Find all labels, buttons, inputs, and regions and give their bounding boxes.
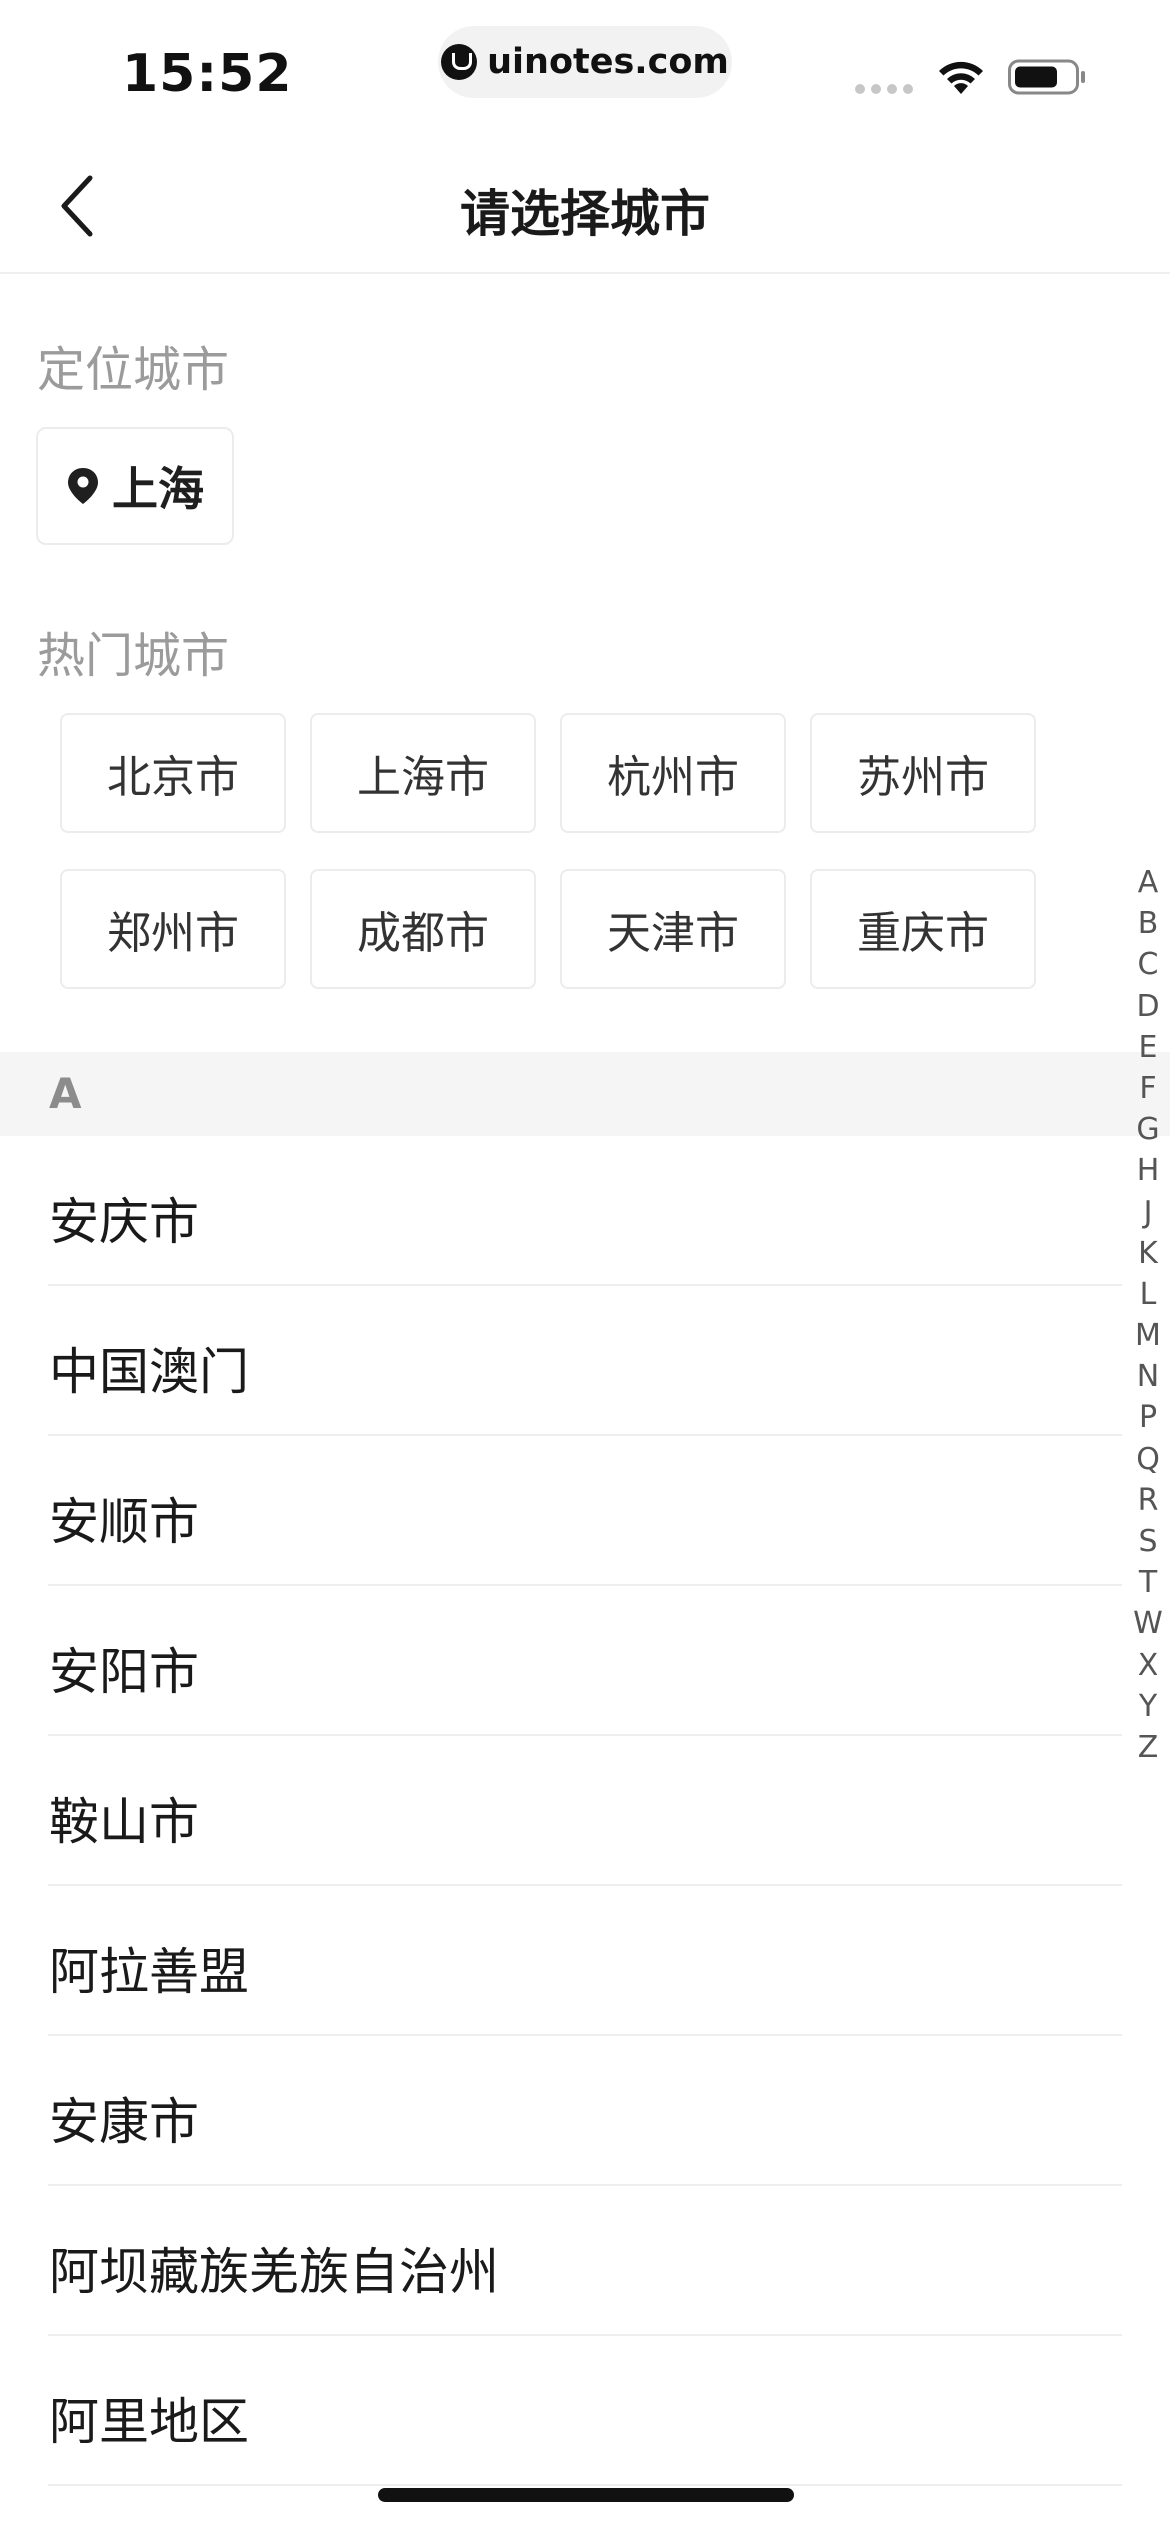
city-list-item[interactable]: 安阳市 <box>0 1586 1170 1736</box>
index-letter[interactable]: J <box>1144 1192 1153 1233</box>
site-logo-icon <box>441 44 478 80</box>
cellular-signal-icon <box>855 84 913 94</box>
city-name: 阿坝藏族羌族自治州 <box>49 2243 499 2301</box>
location-section-label: 定位城市 <box>37 342 230 398</box>
hot-city-button[interactable]: 北京市 <box>60 713 286 833</box>
wifi-icon <box>939 61 983 94</box>
hot-city-button[interactable]: 天津市 <box>560 869 786 989</box>
hot-city-button[interactable]: 郑州市 <box>60 869 286 989</box>
index-letter[interactable]: A <box>1138 862 1159 903</box>
city-name: 安康市 <box>49 2093 199 2151</box>
hot-city-button[interactable]: 重庆市 <box>810 869 1036 989</box>
index-letter[interactable]: Y <box>1139 1686 1157 1727</box>
status-time: 15:52 <box>122 44 293 104</box>
index-letter[interactable]: S <box>1138 1521 1157 1562</box>
city-list-item[interactable]: 阿坝藏族羌族自治州 <box>0 2186 1170 2336</box>
located-city-name: 上海 <box>112 462 204 516</box>
battery-icon <box>1008 59 1085 95</box>
city-list-item[interactable]: 安庆市 <box>0 1136 1170 1286</box>
index-letter[interactable]: N <box>1137 1356 1159 1397</box>
index-letter[interactable]: M <box>1135 1315 1161 1356</box>
city-name: 阿里地区 <box>49 2393 249 2451</box>
index-letter[interactable]: Z <box>1138 1727 1159 1768</box>
city-list-item[interactable]: 阿拉善盟 <box>0 1886 1170 2036</box>
location-pin-icon <box>68 468 98 504</box>
index-letter[interactable]: B <box>1138 903 1159 944</box>
city-list-item[interactable]: 安康市 <box>0 2036 1170 2186</box>
hot-cities-grid: 北京市 上海市 杭州市 苏州市 郑州市 成都市 天津市 重庆市 <box>60 713 1038 989</box>
city-name: 安庆市 <box>49 1193 199 1251</box>
letter-section-header: A <box>0 1052 1170 1136</box>
city-name: 中国澳门 <box>49 1343 249 1401</box>
hot-cities-section-label: 热门城市 <box>37 628 230 684</box>
city-list-item[interactable]: 鞍山市 <box>0 1736 1170 1886</box>
letter-section-label: A <box>49 1069 82 1118</box>
city-name: 鞍山市 <box>49 1793 199 1851</box>
nav-bar: 请选择城市 <box>0 140 1170 274</box>
located-city-chip[interactable]: 上海 <box>36 427 234 545</box>
city-name: 阿拉善盟 <box>49 1943 249 2001</box>
url-pill[interactable]: uinotes.com <box>438 26 732 98</box>
divider <box>48 2484 1122 2486</box>
index-letter[interactable]: P <box>1139 1397 1157 1438</box>
index-letter[interactable]: X <box>1138 1645 1159 1686</box>
index-letter[interactable]: C <box>1138 944 1159 985</box>
city-list-item[interactable]: 安顺市 <box>0 1436 1170 1586</box>
hot-city-button[interactable]: 杭州市 <box>560 713 786 833</box>
index-letter[interactable]: F <box>1139 1068 1156 1109</box>
index-letter[interactable]: G <box>1136 1109 1159 1150</box>
index-letter[interactable]: R <box>1138 1480 1159 1521</box>
page-title: 请选择城市 <box>460 185 710 243</box>
home-indicator <box>378 2488 794 2502</box>
status-bar: 15:52 uinotes.com <box>0 0 1170 140</box>
city-name: 安顺市 <box>49 1493 199 1551</box>
alphabet-index-bar[interactable]: A B C D E F G H J K L M N P Q R S T W X … <box>1128 862 1168 1768</box>
index-letter[interactable]: H <box>1137 1150 1160 1191</box>
hot-city-button[interactable]: 苏州市 <box>810 713 1036 833</box>
url-text: uinotes.com <box>487 42 729 82</box>
index-letter[interactable]: T <box>1139 1562 1157 1603</box>
city-list-item[interactable]: 阿里地区 <box>0 2336 1170 2486</box>
index-letter[interactable]: E <box>1139 1027 1158 1068</box>
city-list: 安庆市 中国澳门 安顺市 安阳市 鞍山市 阿拉善盟 安康市 阿坝藏族羌族自治州 … <box>0 1136 1170 2486</box>
index-letter[interactable]: W <box>1133 1603 1163 1644</box>
index-letter[interactable]: D <box>1136 986 1159 1027</box>
city-name: 安阳市 <box>49 1643 199 1701</box>
index-letter[interactable]: L <box>1140 1274 1157 1315</box>
hot-city-button[interactable]: 成都市 <box>310 869 536 989</box>
city-list-item[interactable]: 中国澳门 <box>0 1286 1170 1436</box>
hot-city-button[interactable]: 上海市 <box>310 713 536 833</box>
index-letter[interactable]: Q <box>1136 1439 1160 1480</box>
index-letter[interactable]: K <box>1138 1233 1158 1274</box>
